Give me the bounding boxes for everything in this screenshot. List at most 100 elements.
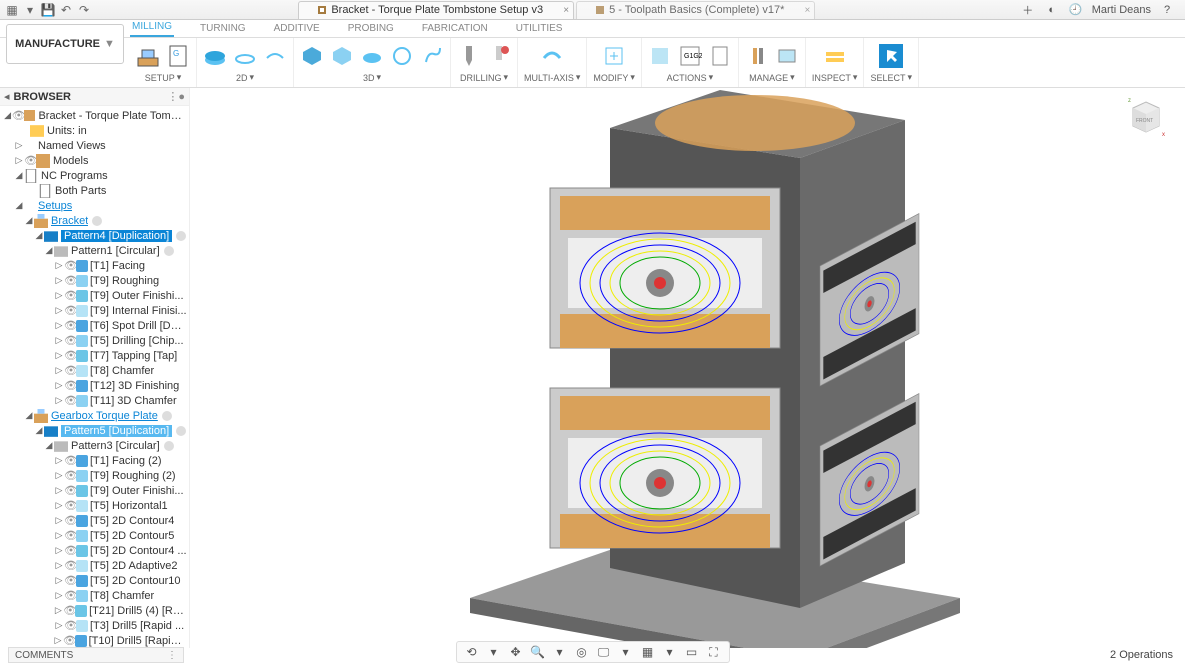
- viewcube[interactable]: FRONT z x: [1125, 96, 1167, 138]
- 3d-icon[interactable]: [420, 44, 444, 68]
- doc-tab-2[interactable]: 5 - Toolpath Basics (Complete) v17* ×: [576, 1, 815, 19]
- tab-fabrication[interactable]: FABRICATION: [420, 21, 490, 37]
- tab-utilities[interactable]: UTILITIES: [514, 21, 565, 37]
- setup-icon[interactable]: [136, 44, 160, 68]
- tree-operation[interactable]: ▷👁[T7] Tapping [Tap]: [0, 348, 189, 363]
- tree-units[interactable]: Units: in: [0, 123, 189, 138]
- manage-icon[interactable]: [745, 44, 769, 68]
- tab-turning[interactable]: TURNING: [198, 21, 248, 37]
- pan-icon[interactable]: ✥: [507, 644, 525, 660]
- inspect-icon[interactable]: [823, 44, 847, 68]
- chevron-left-icon[interactable]: ◂: [4, 90, 10, 103]
- display-icon[interactable]: 🖵: [595, 644, 613, 660]
- tree-operation[interactable]: ▷👁[T9] Roughing (2): [0, 468, 189, 483]
- tree-operation[interactable]: ▷👁[T5] Horizontal1: [0, 498, 189, 513]
- comments-bar[interactable]: COMMENTS ⋮: [8, 647, 184, 663]
- tree-operation[interactable]: ▷👁[T11] 3D Chamfer: [0, 393, 189, 408]
- orbit-icon[interactable]: ⟲: [463, 644, 481, 660]
- extensions-icon[interactable]: ◐: [1044, 2, 1060, 18]
- tree-pattern1[interactable]: ◢Pattern1 [Circular]: [0, 243, 189, 258]
- tree-operation[interactable]: ▷👁[T5] 2D Adaptive2: [0, 558, 189, 573]
- 3d-icon[interactable]: [330, 44, 354, 68]
- tree-operation[interactable]: ▷👁[T9] Outer Finishi...: [0, 288, 189, 303]
- fit-icon[interactable]: ▾: [551, 644, 569, 660]
- tree-operation[interactable]: ▷👁[T8] Chamfer: [0, 588, 189, 603]
- grid-icon[interactable]: ▦: [639, 644, 657, 660]
- tree-operation[interactable]: ▷👁[T5] 2D Contour4 ...: [0, 543, 189, 558]
- tab-additive[interactable]: ADDITIVE: [272, 21, 322, 37]
- file-icon[interactable]: ▾: [22, 2, 38, 18]
- tab-milling[interactable]: MILLING: [130, 19, 174, 37]
- 3d-icon[interactable]: [300, 44, 324, 68]
- tree-bracket[interactable]: ◢Bracket: [0, 213, 189, 228]
- action-icon[interactable]: [648, 44, 672, 68]
- tree-operation[interactable]: ▷👁[T5] 2D Contour4: [0, 513, 189, 528]
- tab-probing[interactable]: PROBING: [346, 21, 396, 37]
- fullscreen-icon[interactable]: ⛶: [705, 644, 723, 660]
- nc-icon[interactable]: G: [166, 44, 190, 68]
- tree-operation[interactable]: ▷👁[T12] 3D Finishing: [0, 378, 189, 393]
- tree-gearbox[interactable]: ◢Gearbox Torque Plate: [0, 408, 189, 423]
- browser-options-icon[interactable]: ⋮●: [167, 90, 185, 103]
- tree-models[interactable]: ▷👁Models: [0, 153, 189, 168]
- tree-operation[interactable]: ▷👁[T5] Drilling [Chip...: [0, 333, 189, 348]
- workspace-selector[interactable]: MANUFACTURE▼: [6, 24, 124, 64]
- tree-both-parts[interactable]: Both Parts: [0, 183, 189, 198]
- tree-operation[interactable]: ▷👁[T8] Chamfer: [0, 363, 189, 378]
- tree-setups[interactable]: ◢Setups: [0, 198, 189, 213]
- 3d-icon[interactable]: [390, 44, 414, 68]
- orbit-icon[interactable]: ▾: [485, 644, 503, 660]
- operation-label: [T5] 2D Contour4: [90, 515, 174, 527]
- tree-pattern4[interactable]: ◢Pattern4 [Duplication]: [0, 228, 189, 243]
- tree-operation[interactable]: ▷👁[T5] 2D Contour5: [0, 528, 189, 543]
- tree-operation[interactable]: ▷👁[T5] 2D Contour10: [0, 573, 189, 588]
- modify-icon[interactable]: [602, 44, 626, 68]
- tree-operation[interactable]: ▷👁[T9] Roughing: [0, 273, 189, 288]
- tree-pattern5[interactable]: ◢Pattern5 [Duplication]: [0, 423, 189, 438]
- viewports-icon[interactable]: ▭: [683, 644, 701, 660]
- save-icon[interactable]: 💾: [40, 2, 56, 18]
- display-dd-icon[interactable]: ▾: [617, 644, 635, 660]
- 2d-icon[interactable]: [203, 44, 227, 68]
- operation-label: [T7] Tapping [Tap]: [90, 350, 177, 362]
- notifications-icon[interactable]: 🕘: [1068, 2, 1084, 18]
- app-menu-icon[interactable]: ▦: [4, 2, 20, 18]
- user-name[interactable]: Marti Deans: [1092, 2, 1151, 18]
- look-icon[interactable]: ◎: [573, 644, 591, 660]
- operation-icon: [76, 395, 88, 407]
- tree-operation[interactable]: ▷👁[T1] Facing: [0, 258, 189, 273]
- 2d-icon[interactable]: [263, 44, 287, 68]
- tree-operation[interactable]: ▷👁[T9] Outer Finishi...: [0, 483, 189, 498]
- redo-icon[interactable]: ↷: [76, 2, 92, 18]
- select-icon[interactable]: [879, 44, 903, 68]
- action-icon[interactable]: [708, 44, 732, 68]
- viewport[interactable]: FRONT z x: [190, 88, 1185, 648]
- manage-icon[interactable]: [775, 44, 799, 68]
- tree-operation[interactable]: ▷👁[T10] Drill5 [Rapid ...: [0, 633, 189, 648]
- tree-operation[interactable]: ▷👁[T1] Facing (2): [0, 453, 189, 468]
- tree-operation[interactable]: ▷👁[T3] Drill5 [Rapid ...: [0, 618, 189, 633]
- help-icon[interactable]: ?: [1159, 2, 1175, 18]
- tree-root[interactable]: ◢👁Bracket - Torque Plate Tombstone ...: [0, 108, 189, 123]
- multi-icon[interactable]: [540, 44, 564, 68]
- 2d-icon[interactable]: [233, 44, 257, 68]
- tree-operation[interactable]: ▷👁[T21] Drill5 (4) [Ra...: [0, 603, 189, 618]
- tree-nc-programs[interactable]: ◢NC Programs: [0, 168, 189, 183]
- grid-dd-icon[interactable]: ▾: [661, 644, 679, 660]
- close-icon[interactable]: ×: [805, 5, 811, 16]
- 3d-icon[interactable]: [360, 44, 384, 68]
- doc-tab-1[interactable]: Bracket - Torque Plate Tombstone Setup v…: [298, 1, 574, 19]
- browser-header[interactable]: ◂ BROWSER ⋮●: [0, 88, 189, 106]
- drill-icon[interactable]: [457, 44, 481, 68]
- zoom-icon[interactable]: 🔍: [529, 644, 547, 660]
- tree-pattern3[interactable]: ◢Pattern3 [Circular]: [0, 438, 189, 453]
- tree-operation[interactable]: ▷👁[T6] Spot Drill [Dw...: [0, 318, 189, 333]
- new-tab-icon[interactable]: ＋: [1020, 2, 1036, 18]
- action-icon[interactable]: G1G2: [678, 44, 702, 68]
- drill-icon[interactable]: [487, 44, 511, 68]
- ribbon-tabs: MILLING TURNING ADDITIVE PROBING FABRICA…: [0, 20, 1185, 38]
- undo-icon[interactable]: ↶: [58, 2, 74, 18]
- tree-operation[interactable]: ▷👁[T9] Internal Finisi...: [0, 303, 189, 318]
- close-icon[interactable]: ×: [563, 5, 569, 16]
- tree-named-views[interactable]: ▷Named Views: [0, 138, 189, 153]
